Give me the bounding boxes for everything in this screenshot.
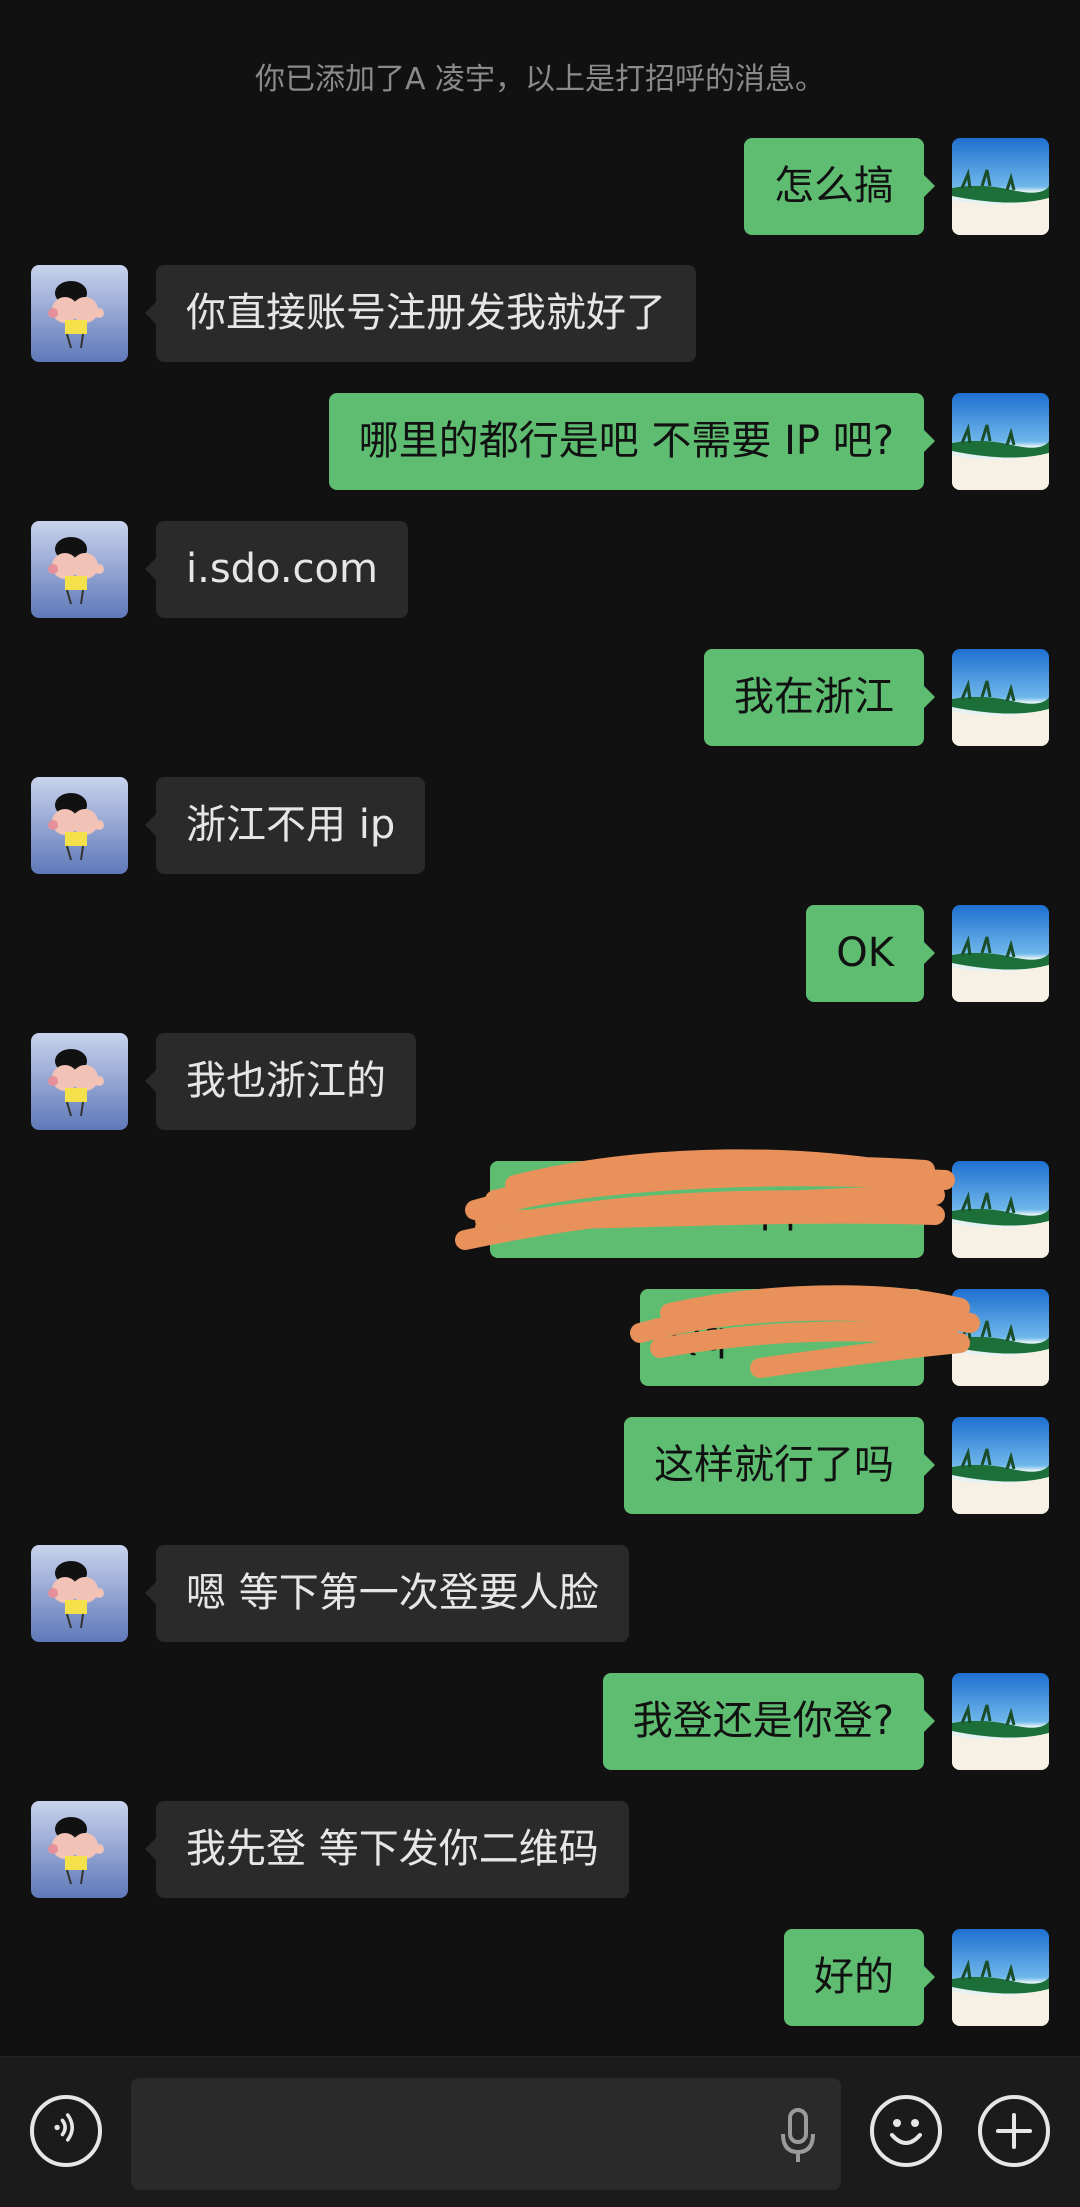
avatar-cartoon-image [31, 1033, 128, 1130]
more-button[interactable] [978, 2095, 1050, 2167]
avatar-beach-image [952, 1161, 1049, 1258]
system-message: 你已添加了A 凌宇，以上是打招呼的消息。 [254, 62, 826, 97]
message-bubble-incoming-link[interactable]: i.sdo.com [145, 521, 408, 618]
voice-mode-icon [54, 2113, 74, 2142]
avatar-contact[interactable] [31, 265, 128, 362]
avatar-cartoon-image [31, 777, 128, 874]
avatar-self[interactable] [952, 393, 1049, 490]
message-bubble-outgoing[interactable]: 我登还是你登? [602, 1673, 936, 1770]
message-input[interactable] [131, 2078, 841, 2190]
input-bar [0, 2056, 1080, 2207]
voice-mode-button[interactable] [30, 2095, 102, 2167]
message-bubble-outgoing[interactable]: 这样就行了吗 [624, 1417, 935, 1514]
avatar-cartoon-image [31, 265, 128, 362]
avatar-self[interactable] [952, 1673, 1049, 1770]
avatar-self[interactable] [952, 649, 1049, 746]
avatar-contact[interactable] [31, 521, 128, 618]
avatar-self[interactable] [952, 905, 1049, 1002]
message-bubble-outgoing[interactable]: 怎么搞 [744, 138, 935, 235]
message-bubble-outgoing[interactable]: 好的 [784, 1929, 935, 2026]
avatar-beach-image [952, 393, 1049, 490]
emoji-icon [890, 2119, 922, 2145]
message-bubble-incoming[interactable]: 浙江不用 ip [144, 777, 426, 874]
avatar-contact[interactable] [31, 777, 128, 874]
message-bubble-incoming[interactable]: 你直接账号注册发我就好了 [145, 265, 696, 362]
microphone-icon[interactable] [778, 2106, 818, 2166]
message-bubble-outgoing[interactable]: OK [806, 905, 935, 1002]
avatar-self[interactable] [952, 1417, 1049, 1514]
avatar-cartoon-image [31, 1545, 128, 1642]
avatar-beach-image [952, 1673, 1049, 1770]
avatar-beach-image [952, 905, 1049, 1002]
message-bubble-incoming[interactable]: 我也浙江的 [145, 1033, 416, 1130]
avatar-beach-image [952, 1929, 1049, 2026]
avatar-contact[interactable] [31, 1801, 128, 1898]
avatar-beach-image [952, 1417, 1049, 1514]
avatar-beach-image [952, 649, 1049, 746]
emoji-button[interactable] [870, 2095, 942, 2167]
message-bubble-incoming[interactable]: 我先登 等下发你二维码 [145, 1801, 629, 1898]
plus-icon [996, 2113, 1032, 2149]
avatar-contact[interactable] [31, 1545, 128, 1642]
avatar-cartoon-image [31, 521, 128, 618]
avatar-self[interactable] [952, 1929, 1049, 2026]
message-bubble-outgoing[interactable]: 我在浙江 [704, 649, 935, 746]
avatar-cartoon-image [31, 1801, 128, 1898]
avatar-contact[interactable] [31, 1033, 128, 1130]
avatar-beach-image [952, 138, 1049, 235]
redaction-scribble [455, 1149, 955, 1250]
avatar-self[interactable] [952, 1161, 1049, 1258]
avatar-self[interactable] [952, 138, 1049, 235]
redaction-scribble [630, 1285, 980, 1378]
message-bubble-outgoing[interactable]: 哪里的都行是吧 不需要 IP 吧? [328, 393, 936, 490]
message-bubble-incoming[interactable]: 嗯 等下第一次登要人脸 [145, 1545, 629, 1642]
